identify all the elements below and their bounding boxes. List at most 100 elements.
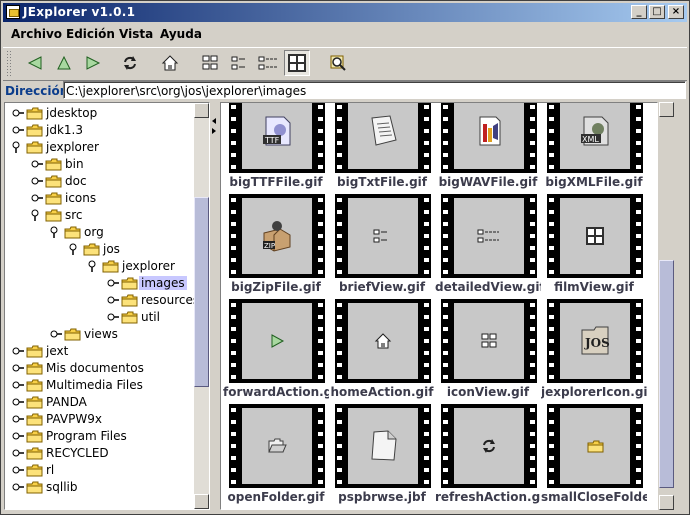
tree-node-label: icons — [65, 191, 97, 205]
film-frame — [335, 194, 431, 278]
collapse-handle-icon[interactable] — [50, 226, 63, 239]
collapse-handle-icon[interactable] — [31, 209, 44, 222]
tree-scroll-down-button[interactable] — [194, 494, 209, 509]
folder-icon — [121, 311, 138, 324]
files-scrollbar[interactable] — [659, 102, 674, 510]
file-tile[interactable]: pspbrwse.jbf — [329, 404, 435, 509]
expand-handle-icon[interactable] — [12, 379, 25, 392]
tree-node-label: PAVPW9x — [46, 412, 102, 426]
expand-handle-icon[interactable] — [12, 107, 25, 120]
expand-handle-icon[interactable] — [31, 192, 44, 205]
files-scroll-thumb[interactable] — [659, 260, 674, 488]
tree-node-label: Mis documentos — [46, 361, 144, 375]
film-frame — [229, 299, 325, 383]
file-name-label: filmView.gif — [554, 280, 634, 294]
folder-tree: jdesktop jdk1.3 jexplorer bin doc icons src org… — [4, 102, 210, 510]
expand-handle-icon[interactable] — [12, 413, 25, 426]
file-tile[interactable]: detailedView.gif — [435, 194, 541, 299]
search-button[interactable] — [325, 50, 351, 76]
back-button[interactable] — [22, 50, 48, 76]
menu-edicion[interactable]: Edición — [66, 27, 115, 41]
address-field[interactable]: C:\jexplorer\src\org\jos\jexplorer\image… — [63, 81, 686, 99]
up-button[interactable] — [51, 50, 77, 76]
collapse-right-icon[interactable] — [212, 128, 216, 134]
menu-archivo[interactable]: Archivo — [11, 27, 62, 41]
toolbar-grip[interactable] — [6, 50, 12, 77]
file-tile[interactable]: openFolder.gif — [223, 404, 329, 509]
brief-view-button[interactable] — [226, 50, 252, 76]
folder-icon — [26, 447, 43, 460]
expand-handle-icon[interactable] — [12, 124, 25, 137]
tree-node-label: views — [84, 327, 118, 341]
file-tile[interactable]: briefView.gif — [329, 194, 435, 299]
tree-node-label: rl — [46, 463, 55, 477]
collapse-left-icon[interactable] — [212, 118, 216, 124]
document-icon — [335, 404, 431, 488]
tree-node-label: sqllib — [46, 480, 78, 494]
expand-handle-icon[interactable] — [107, 294, 120, 307]
collapse-handle-icon[interactable] — [88, 260, 101, 273]
expand-handle-icon[interactable] — [12, 430, 25, 443]
maximize-button[interactable]: □ — [649, 5, 665, 19]
title-bar[interactable]: JExplorer v1.0.1 _ □ × — [3, 3, 687, 22]
folder-icon — [26, 396, 43, 409]
minimize-button[interactable]: _ — [631, 5, 647, 19]
split-pane-divider[interactable] — [211, 102, 219, 510]
files-scroll-up-button[interactable] — [659, 102, 674, 117]
file-tile[interactable]: smallCloseFolder.gif — [541, 404, 647, 509]
film-view-button[interactable] — [284, 50, 310, 76]
expand-handle-icon[interactable] — [12, 447, 25, 460]
tree-scrollbar[interactable] — [194, 103, 209, 509]
expand-handle-icon[interactable] — [12, 345, 25, 358]
tree-node-label: PANDA — [46, 395, 87, 409]
tree-node-label: org — [84, 225, 104, 239]
files-scroll-down-button[interactable] — [659, 495, 674, 510]
file-tile[interactable]: XML bigXMLFile.gif — [541, 103, 647, 194]
detailed-view-button[interactable] — [255, 50, 281, 76]
file-name-label: smallCloseFolder.gif — [541, 490, 647, 504]
file-name-label: bigXMLFile.gif — [545, 175, 643, 189]
collapse-handle-icon[interactable] — [69, 243, 82, 256]
expand-handle-icon[interactable] — [107, 277, 120, 290]
menu-vista[interactable]: Vista — [119, 27, 153, 41]
expand-handle-icon[interactable] — [12, 464, 25, 477]
folder-icon — [26, 124, 43, 137]
file-tile[interactable]: JOS jexplorerIcon.gif — [541, 299, 647, 404]
expand-handle-icon[interactable] — [31, 175, 44, 188]
file-tile[interactable]: TTF bigTTFFile.gif — [223, 103, 329, 194]
expand-handle-icon[interactable] — [107, 311, 120, 324]
expand-handle-icon[interactable] — [50, 328, 63, 341]
icon-view-icon — [441, 299, 537, 383]
file-tile[interactable]: forwardAction.gif — [223, 299, 329, 404]
tree-scroll-thumb[interactable] — [194, 197, 209, 387]
folder-icon — [64, 226, 81, 239]
file-name-label: homeAction.gif — [330, 385, 434, 399]
file-tile[interactable]: ZIP bigZipFile.gif — [223, 194, 329, 299]
menu-ayuda[interactable]: Ayuda — [160, 27, 202, 41]
file-tile[interactable]: bigWAVFile.gif — [435, 103, 541, 194]
icon-view-button[interactable] — [197, 50, 223, 76]
close-button[interactable]: × — [668, 5, 684, 19]
file-tile[interactable]: homeAction.gif — [329, 299, 435, 404]
tree-scroll-up-button[interactable] — [194, 103, 209, 118]
forward-button[interactable] — [80, 50, 106, 76]
folder-icon — [64, 328, 81, 341]
expand-handle-icon[interactable] — [12, 396, 25, 409]
collapse-handle-icon[interactable] — [12, 141, 25, 154]
expand-handle-icon[interactable] — [12, 481, 25, 494]
folder-icon — [26, 362, 43, 375]
expand-handle-icon[interactable] — [12, 362, 25, 375]
film-frame — [335, 299, 431, 383]
expand-handle-icon[interactable] — [31, 158, 44, 171]
refresh-button[interactable] — [117, 50, 143, 76]
file-tile[interactable]: bigTxtFile.gif — [329, 103, 435, 194]
home-button[interactable] — [157, 50, 183, 76]
folder-icon — [26, 413, 43, 426]
file-name-label: detailedView.gif — [435, 280, 541, 294]
file-tile[interactable]: filmView.gif — [541, 194, 647, 299]
file-tile[interactable]: iconView.gif — [435, 299, 541, 404]
app-icon — [6, 5, 20, 19]
detailed-view-icon — [441, 194, 537, 278]
file-tile[interactable]: refreshAction.gif — [435, 404, 541, 509]
home-icon — [161, 55, 179, 71]
